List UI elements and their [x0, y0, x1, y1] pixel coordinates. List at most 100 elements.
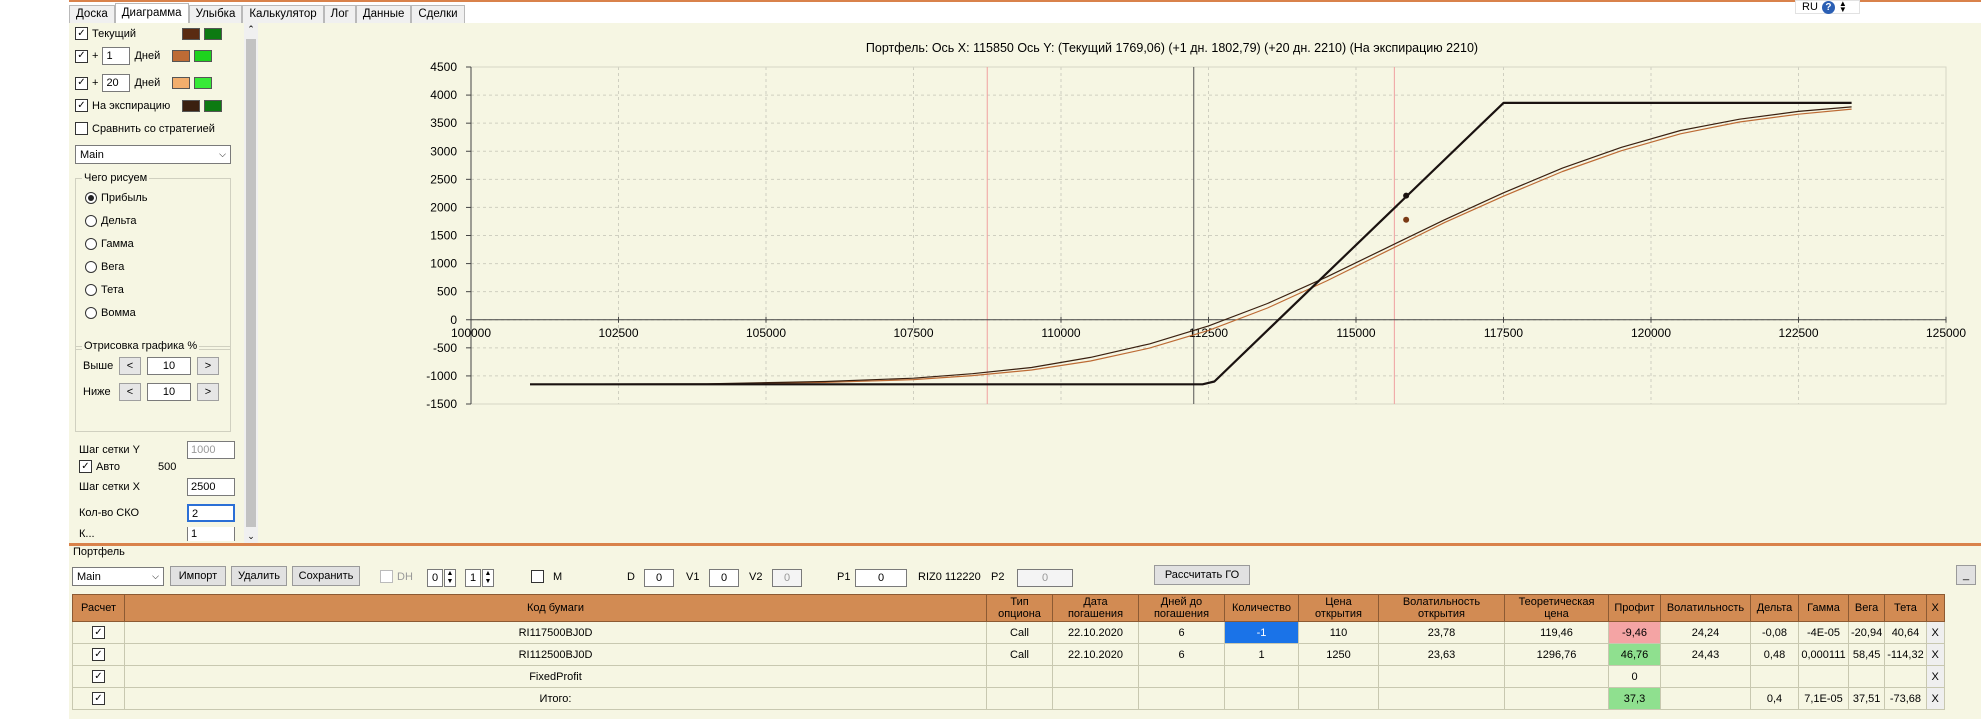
- dh-b-spinner-icon[interactable]: ▲ ▼: [482, 569, 494, 587]
- dh-a-input[interactable]: 0: [427, 569, 443, 587]
- above-increase-button[interactable]: >: [197, 357, 219, 375]
- d-input[interactable]: 0: [644, 569, 674, 587]
- col-vol-open[interactable]: Волатильность открытия: [1378, 594, 1505, 622]
- radio-vomma-icon[interactable]: [85, 307, 97, 319]
- col-theta[interactable]: Тета: [1884, 594, 1927, 622]
- cell-qty[interactable]: [1224, 665, 1299, 688]
- calculate-margin-button[interactable]: Рассчитать ГО: [1154, 565, 1250, 585]
- above-decrease-button[interactable]: <: [119, 357, 141, 375]
- radio-theta[interactable]: Тета: [85, 284, 124, 296]
- calc-checkbox[interactable]: ✓: [92, 626, 105, 640]
- calc-checkbox-cell[interactable]: ✓: [72, 687, 125, 710]
- day1-color-a[interactable]: [172, 50, 191, 62]
- radio-gamma[interactable]: Гамма: [85, 238, 134, 250]
- expiry-color-b[interactable]: [204, 99, 222, 112]
- day20-checkbox[interactable]: ✓: [75, 76, 88, 90]
- cell-price[interactable]: 1250: [1298, 643, 1379, 666]
- calc-checkbox[interactable]: ✓: [92, 692, 105, 706]
- col-theo[interactable]: Теоретическая цена: [1504, 594, 1609, 622]
- calc-checkbox[interactable]: ✓: [92, 648, 105, 662]
- cell-qty[interactable]: 1: [1224, 643, 1299, 666]
- cut-input[interactable]: 1: [187, 527, 235, 541]
- language-selector[interactable]: RU ? ▲ ▼: [1795, 0, 1860, 14]
- day1-checkbox[interactable]: ✓: [75, 49, 88, 63]
- table-row[interactable]: ✓ RI117500BJ0D Call 22.10.2020 6 -1 110 …: [72, 621, 1945, 644]
- v1-input[interactable]: 0: [709, 569, 739, 587]
- calc-checkbox[interactable]: ✓: [92, 670, 105, 684]
- expiry-checkbox[interactable]: ✓: [75, 99, 88, 112]
- save-button[interactable]: Сохранить: [292, 566, 360, 586]
- tab-diagram[interactable]: Диаграмма: [114, 3, 189, 23]
- spinner-arrows-icon[interactable]: ▲ ▼: [1839, 0, 1847, 14]
- compare-checkbox[interactable]: [75, 122, 88, 135]
- help-icon[interactable]: ?: [1821, 0, 1835, 14]
- radio-profit[interactable]: Прибыль: [85, 192, 148, 204]
- radio-gamma-icon[interactable]: [85, 238, 97, 250]
- remove-row-button[interactable]: X: [1925, 621, 1945, 644]
- col-vol[interactable]: Волатильность: [1660, 594, 1751, 622]
- radio-delta[interactable]: Дельта: [85, 215, 137, 227]
- col-calc[interactable]: Расчет: [72, 594, 125, 622]
- day20-input[interactable]: 20: [102, 74, 131, 92]
- col-code[interactable]: Код бумаги: [124, 594, 987, 622]
- current-color-b[interactable]: [204, 27, 222, 40]
- calc-checkbox-cell[interactable]: ✓: [72, 643, 125, 666]
- cell-price[interactable]: [1298, 687, 1379, 710]
- radio-vomma[interactable]: Вомма: [85, 307, 136, 319]
- current-checkbox[interactable]: ✓: [75, 27, 88, 40]
- p1-input[interactable]: 0: [855, 569, 907, 587]
- tab-data[interactable]: Данные: [355, 5, 412, 23]
- col-type[interactable]: Тип опциона: [986, 594, 1053, 622]
- day20-color-b[interactable]: [194, 77, 213, 89]
- remove-row-button[interactable]: X: [1925, 665, 1945, 688]
- m-checkbox[interactable]: [531, 570, 544, 583]
- dh-b-input[interactable]: 1: [465, 569, 481, 587]
- cell-qty[interactable]: -1: [1224, 621, 1299, 644]
- col-date[interactable]: Дата погашения: [1052, 594, 1139, 622]
- day20-color-a[interactable]: [172, 77, 191, 89]
- col-profit[interactable]: Профит: [1608, 594, 1661, 622]
- col-x[interactable]: X: [1925, 594, 1945, 622]
- cell-price[interactable]: [1298, 665, 1379, 688]
- cell-qty[interactable]: [1224, 687, 1299, 710]
- delete-button[interactable]: Удалить: [231, 566, 287, 586]
- scroll-down-icon[interactable]: ⌄: [244, 531, 258, 542]
- current-color-a[interactable]: [182, 27, 200, 40]
- tab-deals[interactable]: Сделки: [411, 5, 465, 23]
- radio-vega-icon[interactable]: [85, 261, 97, 273]
- sko-input[interactable]: 2: [187, 504, 235, 522]
- grid-x-input[interactable]: 2500: [187, 478, 235, 496]
- below-increase-button[interactable]: >: [197, 383, 219, 401]
- strategy-select[interactable]: Main ⌵: [75, 145, 231, 164]
- remove-row-button[interactable]: X: [1925, 643, 1945, 666]
- scroll-thumb[interactable]: [246, 39, 256, 527]
- import-button[interactable]: Импорт: [170, 566, 226, 586]
- day1-color-b[interactable]: [194, 50, 213, 62]
- scroll-up-icon[interactable]: ⌃: [244, 24, 258, 35]
- grid-y-input[interactable]: 1000: [187, 441, 235, 459]
- col-days[interactable]: Дней до погашения: [1138, 594, 1225, 622]
- col-gamma[interactable]: Гамма: [1798, 594, 1849, 622]
- remove-row-button[interactable]: X: [1925, 687, 1945, 710]
- auto-checkbox[interactable]: ✓: [79, 460, 92, 473]
- col-vega[interactable]: Вега: [1847, 594, 1886, 622]
- radio-theta-icon[interactable]: [85, 284, 97, 296]
- table-row[interactable]: ✓ RI112500BJ0D Call 22.10.2020 6 1 1250 …: [72, 643, 1945, 666]
- portfolio-strategy-select[interactable]: Main ⌵: [72, 567, 164, 586]
- below-decrease-button[interactable]: <: [119, 383, 141, 401]
- tab-smile[interactable]: Улыбка: [188, 5, 243, 23]
- radio-profit-icon[interactable]: [85, 192, 97, 204]
- below-value[interactable]: 10: [147, 383, 191, 401]
- col-qty[interactable]: Количество: [1224, 594, 1299, 622]
- tab-calculator[interactable]: Калькулятор: [242, 5, 324, 23]
- radio-delta-icon[interactable]: [85, 215, 97, 227]
- cell-price[interactable]: 110: [1298, 621, 1379, 644]
- minimize-button[interactable]: _: [1956, 565, 1976, 585]
- v2-input[interactable]: 0: [772, 569, 802, 587]
- dh-a-spinner-icon[interactable]: ▲ ▼: [444, 569, 456, 587]
- col-delta[interactable]: Дельта: [1750, 594, 1799, 622]
- calc-checkbox-cell[interactable]: ✓: [72, 665, 125, 688]
- dh-checkbox[interactable]: [380, 570, 393, 583]
- expiry-color-a[interactable]: [182, 99, 200, 112]
- p2-input[interactable]: 0: [1017, 569, 1073, 587]
